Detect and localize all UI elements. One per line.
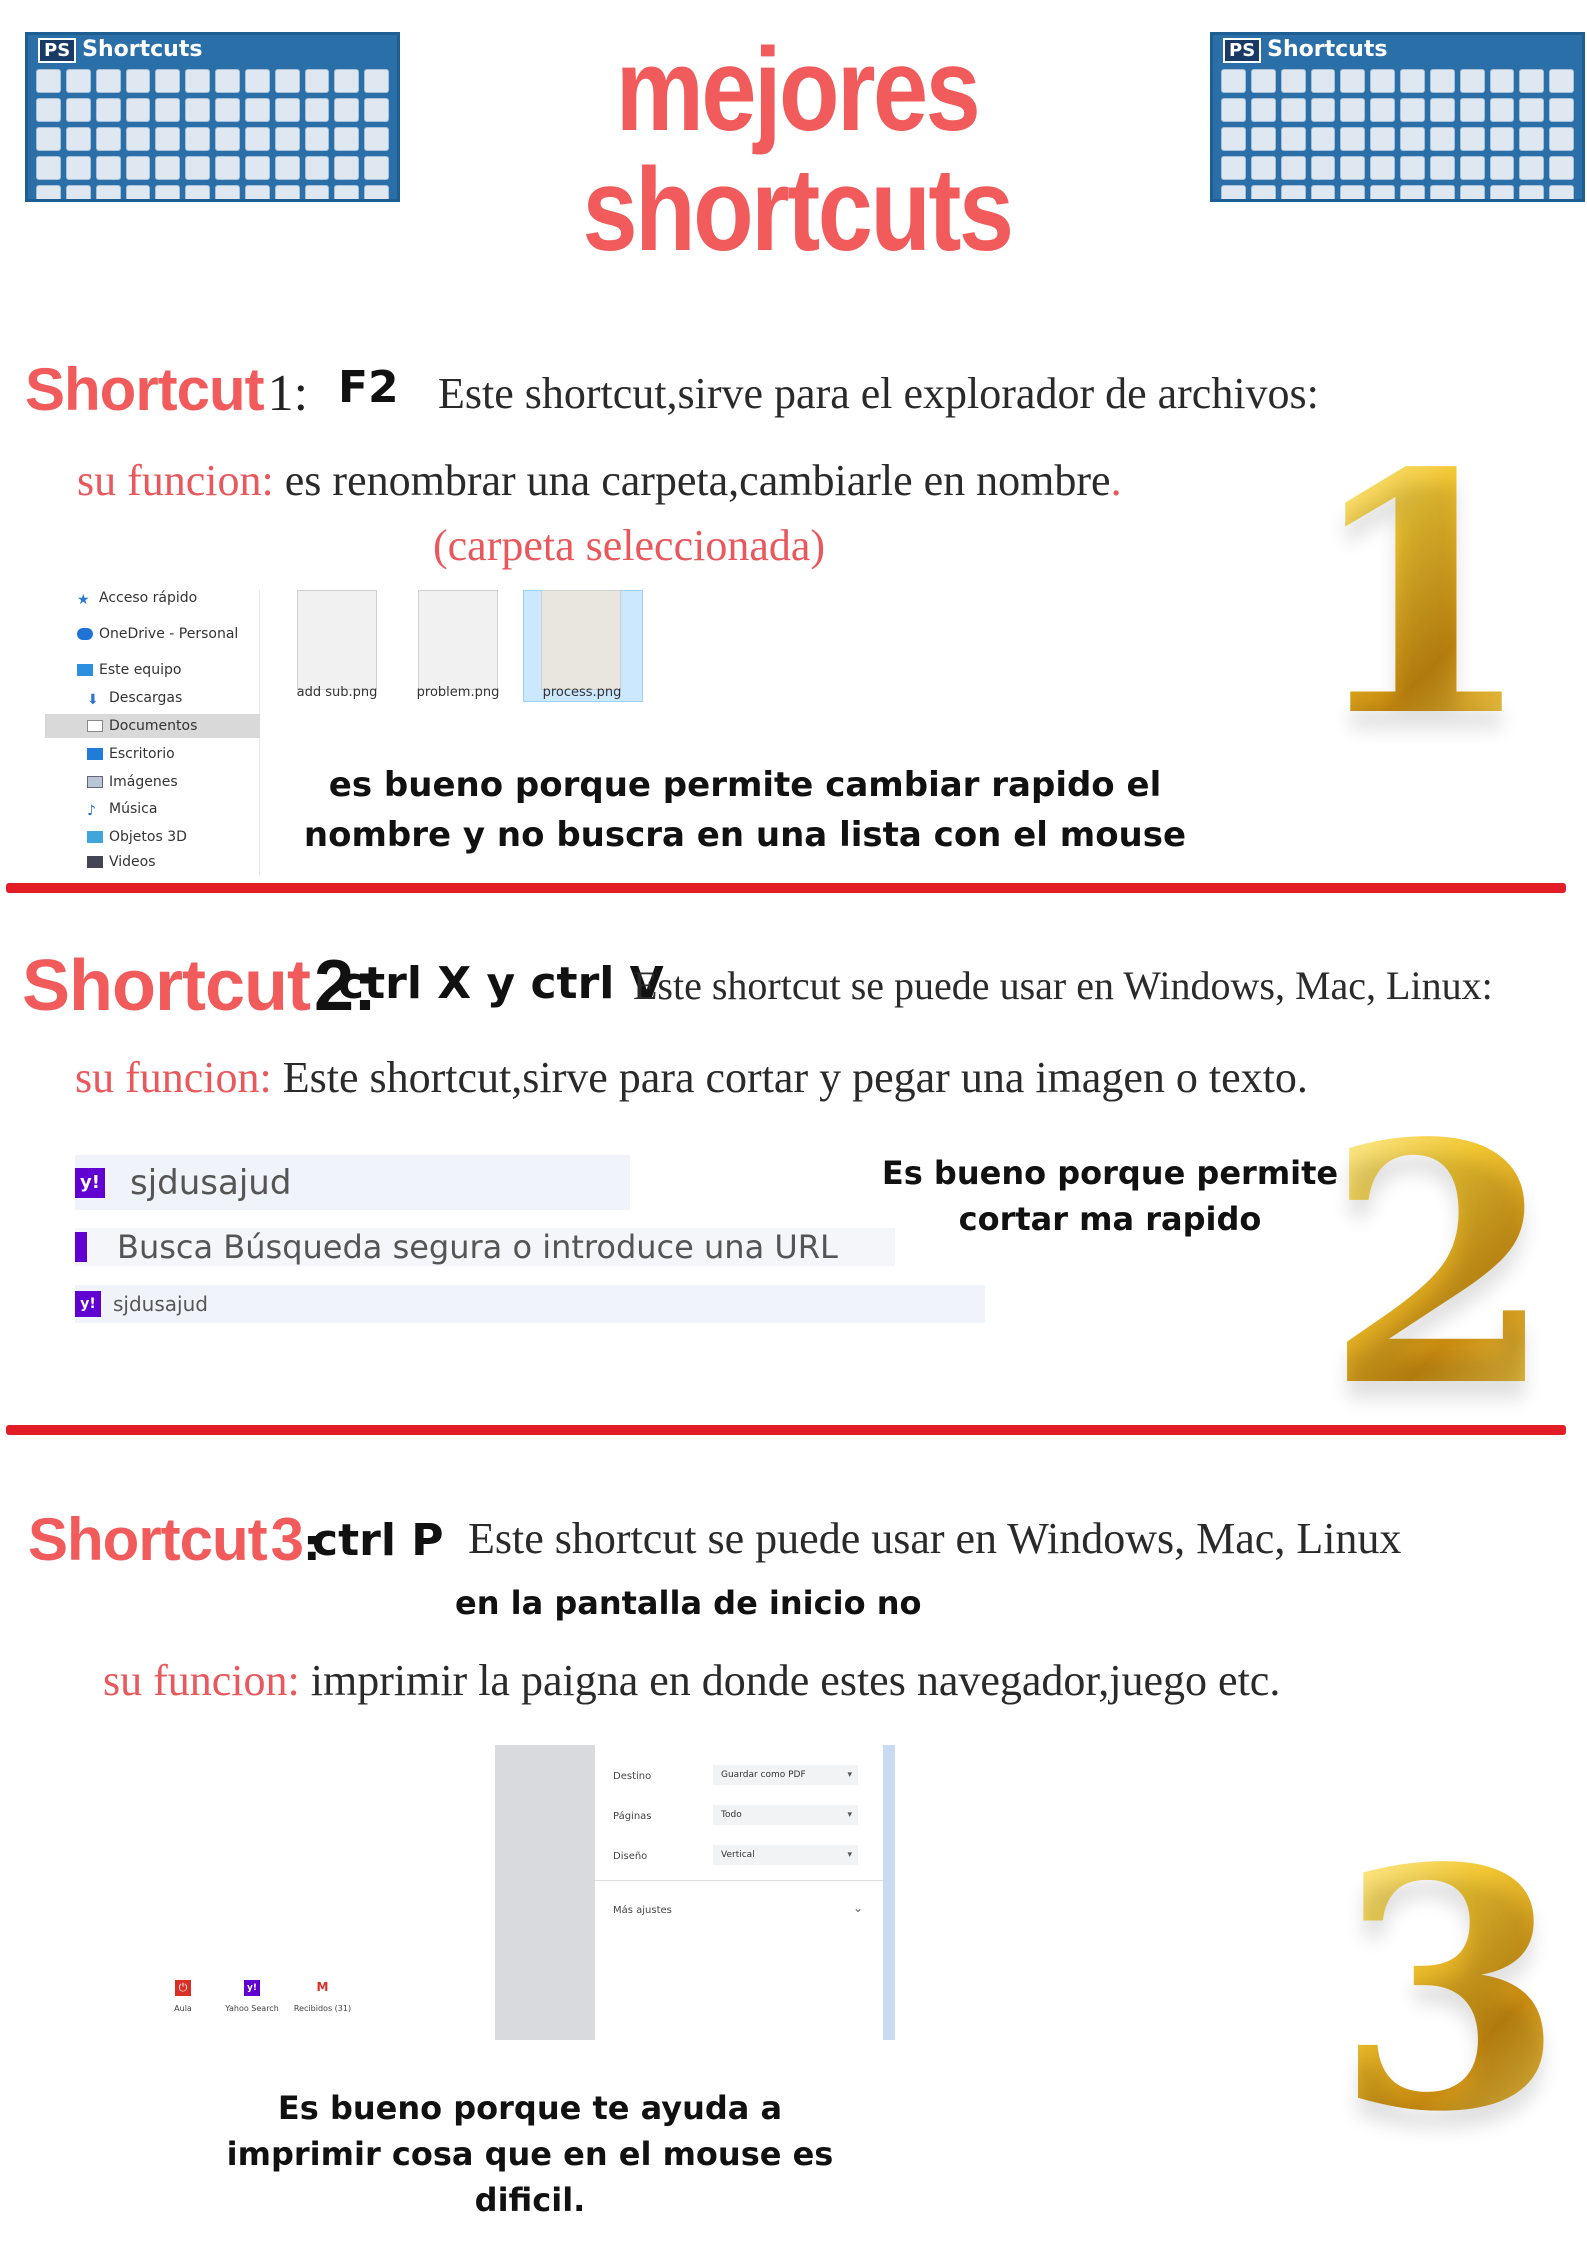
page-title: mejores shortcuts (582, 24, 1014, 276)
shortcut1-heading: Shortcut 1: (25, 355, 308, 424)
nav-item-quick-access[interactable]: ★ Acceso rápido (77, 586, 292, 610)
shortcut3-usage: Este shortcut se puede usar en Windows, … (468, 1514, 1402, 1563)
yahoo-logo-icon: y! (244, 1980, 260, 1996)
nav-item-onedrive[interactable]: OneDrive - Personal (77, 622, 292, 646)
section-divider (6, 1425, 1566, 1435)
golden-number-3: 3 (1335, 1796, 1565, 2184)
shortcut2-key: ctrl X y ctrl V (338, 958, 664, 1009)
file-name-selected[interactable]: process.png (527, 685, 637, 700)
shortcut-number: 3 (270, 1506, 304, 1573)
film-icon (87, 856, 103, 868)
function-text: es renombrar una carpeta,cambiarle en no… (284, 456, 1111, 505)
search-input-typed[interactable]: y! sjdusajud (75, 1155, 630, 1210)
shortcut3-exception: en la pantalla de inicio no (455, 1584, 922, 1622)
shortcut2-heading: Shortcut 2: (22, 945, 377, 1027)
print-dialog-screenshot: Destino Guardar como PDF Páginas Todo Di… (495, 1745, 895, 2040)
picture-icon (87, 776, 103, 788)
more-settings-toggle[interactable]: Más ajustes (613, 1905, 672, 1916)
music-note-icon: ♪ (87, 803, 96, 819)
gmail-icon: M (316, 1980, 329, 1994)
shortcut1-key: F2 (338, 362, 399, 413)
function-text: imprimir la paigna en donde estes navega… (310, 1656, 1281, 1705)
nav-item-documents[interactable]: Documentos (45, 714, 260, 738)
shortcut-word: Shortcut (28, 1506, 268, 1573)
function-label: su funcion: (77, 456, 274, 505)
golden-number-1: 1 (1305, 401, 1535, 789)
keyboard-image-right: PS Shortcuts (1210, 32, 1585, 202)
nav-item-pictures[interactable]: Imágenes (87, 770, 302, 794)
keyboard-image-left: PS Shortcuts (25, 32, 400, 202)
yahoo-logo-icon (75, 1232, 87, 1262)
file-name[interactable]: problem.png (403, 685, 513, 700)
document-icon (87, 720, 103, 732)
file-thumbnail[interactable] (297, 590, 377, 690)
shortcut-number: 1: (267, 365, 309, 422)
file-name[interactable]: add sub.png (282, 685, 392, 700)
app-shortcut-yahoo[interactable]: y! Yahoo Search (222, 1980, 282, 2013)
nav-item-this-pc[interactable]: Este equipo (77, 658, 292, 682)
keyboard-keys (1221, 69, 1574, 199)
shortcut1-note: (carpeta seleccionada) (433, 521, 826, 570)
pages-label: Páginas (613, 1811, 652, 1822)
shortcut-word: Shortcut (22, 946, 311, 1026)
app-shortcut-gmail[interactable]: M Recibidos (31) (290, 1980, 355, 2013)
shortcut-word: Shortcut (25, 356, 265, 423)
shortcut2-function: su funcion: Este shortcut,sirve para cor… (75, 1052, 1308, 1103)
nav-item-videos[interactable]: Videos (87, 852, 302, 872)
shortcut1-benefit: es bueno porque permite cambiar rapido e… (303, 765, 1187, 855)
explorer-nav-pane: ★ Acceso rápido OneDrive - Personal Este … (45, 590, 260, 875)
cloud-icon (77, 628, 93, 640)
yahoo-logo-icon: y! (75, 1291, 101, 1317)
section-divider (6, 883, 1566, 893)
destination-select[interactable]: Guardar como PDF (713, 1765, 858, 1785)
search-suggestion[interactable]: y! sjdusajud (75, 1285, 985, 1323)
function-text: Este shortcut,sirve para cortar y pegar … (282, 1053, 1308, 1102)
destination-label: Destino (613, 1771, 652, 1782)
star-icon: ★ (77, 592, 90, 608)
shortcut1-usage: Este shortcut,sirve para el explorador d… (438, 369, 1319, 418)
shortcut3-function: su funcion: imprimir la paigna en donde … (103, 1655, 1280, 1706)
shortcut2-benefit: Es bueno porque permite cortar ma rapido (881, 1154, 1339, 1238)
yahoo-logo-icon: y! (75, 1167, 105, 1198)
cube-icon (87, 831, 103, 843)
app-shortcut-aula[interactable]: ⏻ Aula (168, 1980, 198, 2013)
nav-item-music[interactable]: ♪ Música (87, 797, 302, 821)
file-thumbnail[interactable] (418, 590, 498, 690)
shortcut2-usage: Este shortcut se puede usar en Windows, … (633, 963, 1493, 1008)
nav-item-downloads[interactable]: ⬇ Descargas (87, 686, 302, 710)
nav-item-3d-objects[interactable]: Objetos 3D (87, 825, 302, 849)
print-divider (595, 1880, 883, 1881)
download-arrow-icon: ⬇ (87, 692, 99, 708)
golden-number-2: 2 (1325, 1071, 1555, 1459)
print-scrollbar[interactable] (883, 1745, 895, 2040)
layout-label: Diseño (613, 1851, 648, 1862)
shortcut3-benefit: Es bueno porque te ayuda a imprimir cosa… (226, 2089, 834, 2219)
desktop-icon (87, 748, 103, 760)
print-preview-area (495, 1745, 595, 2040)
file-thumbnail-selected[interactable] (541, 590, 621, 690)
keyboard-title: PS Shortcuts (1223, 37, 1387, 63)
search-input-placeholder[interactable]: Busca Búsqueda segura o introduce una UR… (75, 1228, 895, 1266)
shortcut1-function: su funcion: es renombrar una carpeta,cam… (77, 456, 1122, 505)
layout-select[interactable]: Vertical (713, 1845, 858, 1865)
pages-select[interactable]: Todo (713, 1805, 858, 1825)
aula-icon: ⏻ (175, 1980, 191, 1996)
keyboard-keys (36, 69, 389, 199)
function-label: su funcion: (75, 1053, 272, 1102)
shortcut3-heading: Shortcut 3: (28, 1506, 321, 1573)
monitor-icon (77, 664, 93, 676)
keyboard-title: PS Shortcuts (38, 37, 202, 63)
shortcut3-key: ctrl P (312, 1515, 444, 1566)
nav-item-desktop[interactable]: Escritorio (87, 742, 302, 766)
chevron-down-icon[interactable]: ⌄ (853, 1901, 863, 1915)
function-label: su funcion: (103, 1656, 300, 1705)
